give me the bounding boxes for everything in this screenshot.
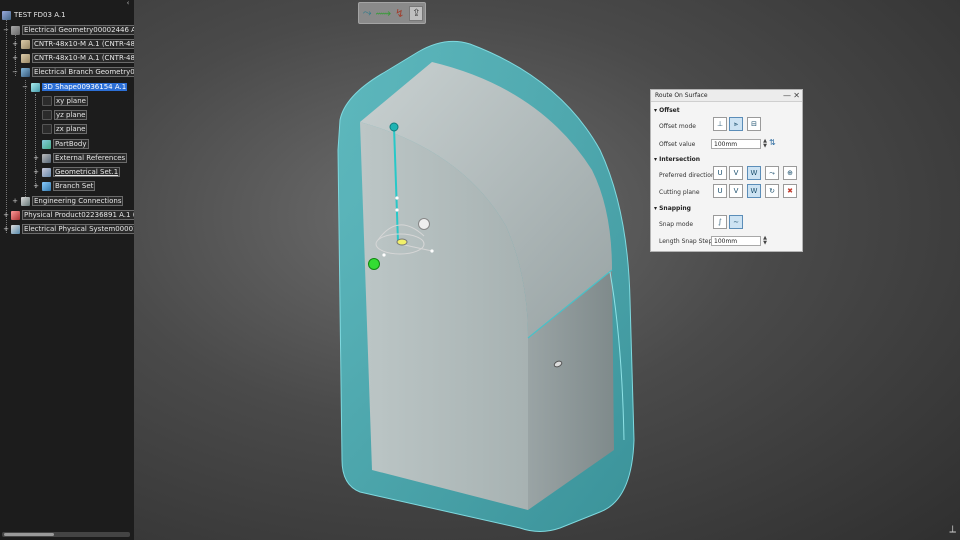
cutting-plane-u-icon[interactable]: U [713,184,727,198]
offset-section-header[interactable]: ▾ Offset [654,107,680,114]
route-vertex[interactable] [395,196,399,200]
panel-title-bar[interactable]: Route On Surface — ✕ [651,90,802,102]
direction-u-icon[interactable]: U [713,166,727,180]
preferred-direction-label: Preferred direction [659,172,715,179]
offset-mode-normal-icon[interactable]: ⊥ [713,117,727,131]
offset-mode-tangent-icon[interactable]: ⊟ [747,117,761,131]
manipulator-sphere[interactable] [418,218,430,230]
snapping-section-header[interactable]: ▾ Snapping [654,205,691,212]
route-start-point[interactable] [389,122,399,132]
snap-mode-label: Snap mode [659,221,694,228]
offset-value-label: Offset value [659,141,696,148]
route-vertex[interactable] [395,208,399,212]
cutting-plane-v-icon[interactable]: V [729,184,743,198]
manipulator-center[interactable] [396,238,408,246]
intersection-section-header[interactable]: ▾ Intersection [654,156,700,163]
close-button[interactable]: ✕ [793,90,800,101]
snap-mode-smooth-icon[interactable]: ∼ [729,215,743,229]
length-snap-step-spinner[interactable]: ▲ ▼ [762,236,768,246]
length-snap-step-input[interactable]: 100mm [711,236,761,246]
length-snap-step-label: Length Snap Step [659,238,713,245]
route-vertex[interactable] [430,249,434,253]
3d-viewport[interactable] [0,0,960,540]
compass-icon[interactable]: ⟂ [949,524,956,535]
cutting-plane-clear-icon[interactable]: ✖ [783,184,797,198]
cutting-plane-rotate-icon[interactable]: ↻ [765,184,779,198]
route-vertex[interactable] [382,253,386,257]
direction-curve-icon[interactable]: ⤳ [765,166,779,180]
snap-mode-curve-icon[interactable]: ∫ [713,215,727,229]
cutting-plane-w-icon[interactable]: W [747,184,761,198]
offset-value-spinner[interactable]: ▲ ▼ [762,139,768,149]
direction-v-icon[interactable]: V [729,166,743,180]
panel-title: Route On Surface [655,92,708,99]
step-icon[interactable]: ⇅ [769,138,776,148]
direction-surface-icon[interactable]: ⊕ [783,166,797,180]
offset-value-input[interactable]: 100mm [711,139,761,149]
minimize-button[interactable]: — [783,90,791,101]
direction-w-icon[interactable]: W [747,166,761,180]
green-handle[interactable] [368,258,380,270]
route-on-surface-panel: Route On Surface — ✕ ▾ Offset Offset mod… [650,89,803,252]
offset-mode-centered-icon[interactable]: ⫸ [729,117,743,131]
cutting-plane-label: Cutting plane [659,189,700,196]
offset-mode-label: Offset mode [659,123,696,130]
